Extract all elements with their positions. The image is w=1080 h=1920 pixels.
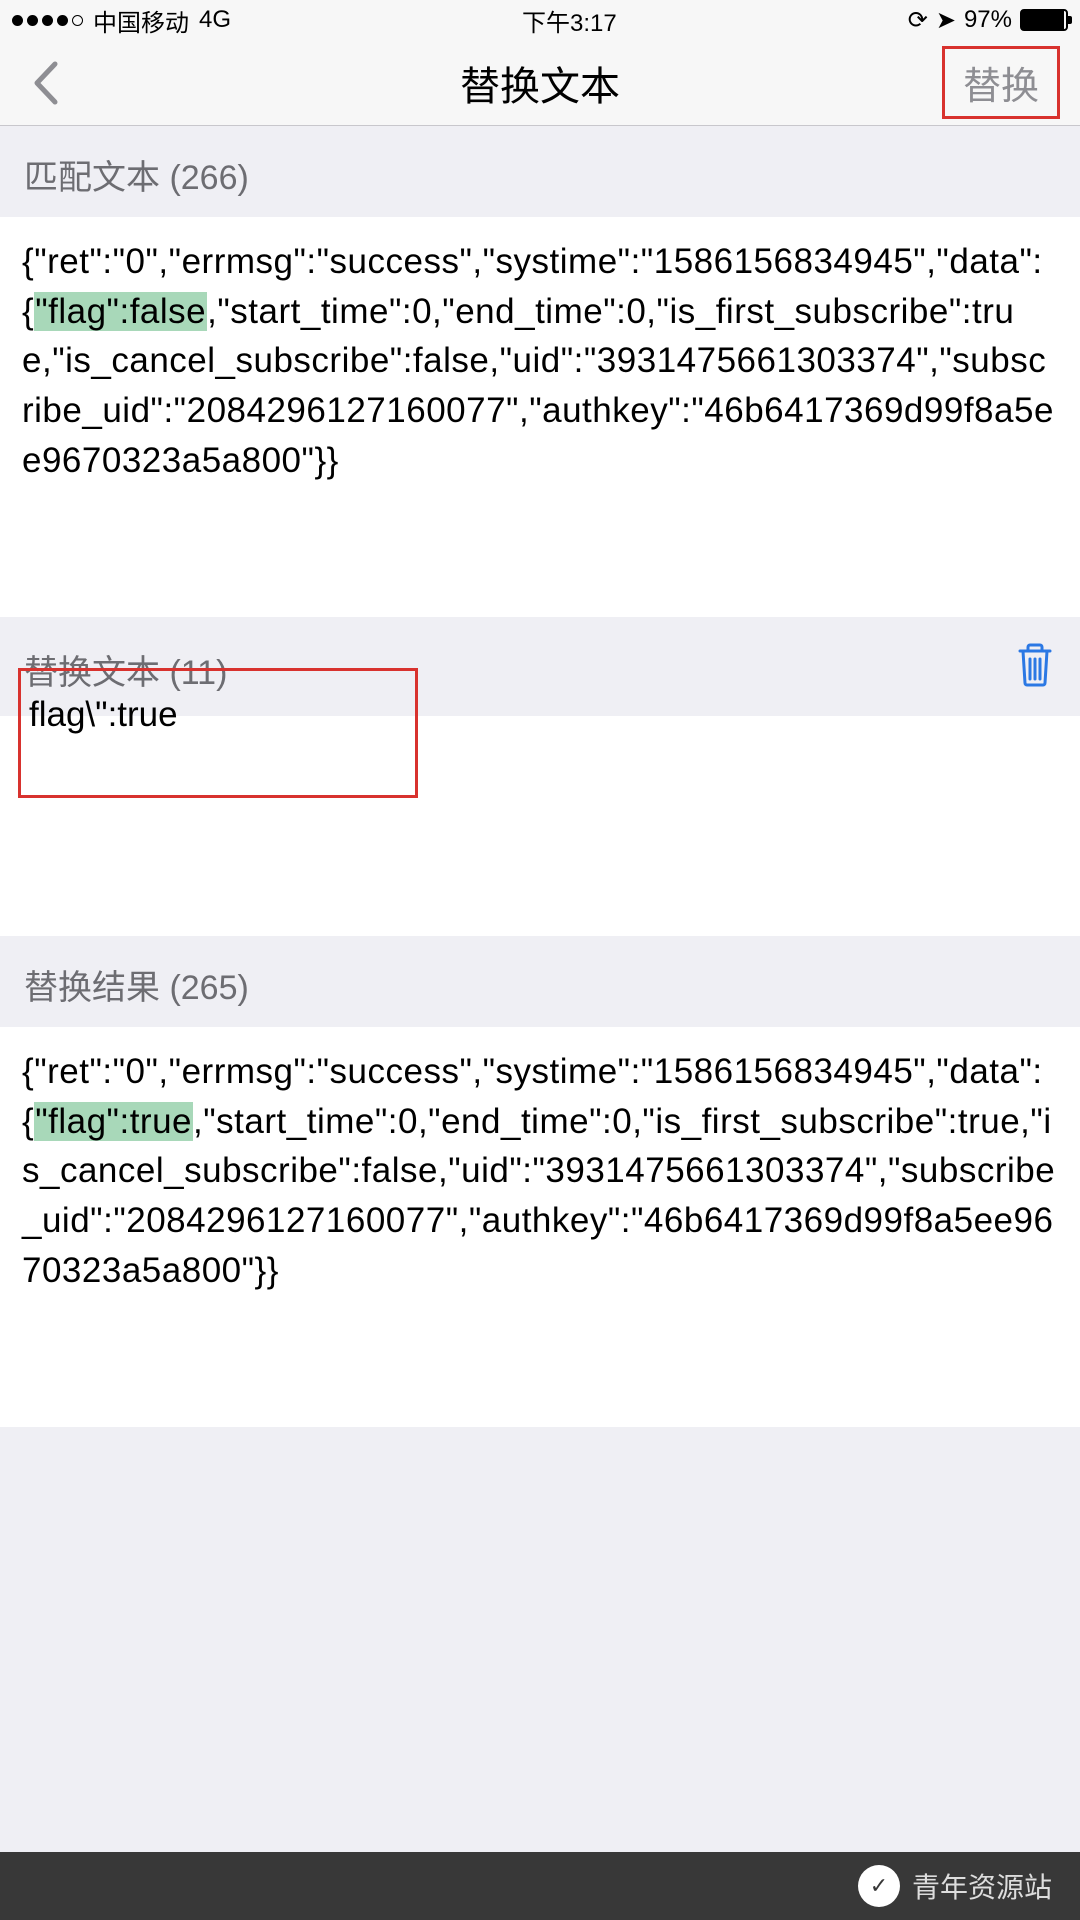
- result-section-header: 替换结果 (265): [0, 936, 1080, 1027]
- match-section-header: 匹配文本 (266): [0, 126, 1080, 217]
- signal-icon: [12, 15, 83, 26]
- footer-bar: ✓ 青年资源站: [0, 1852, 1080, 1920]
- battery-pct: 97%: [964, 6, 1012, 34]
- orientation-lock-icon: ⟳: [908, 6, 928, 35]
- replace-input[interactable]: flag\":true: [18, 668, 418, 798]
- chevron-left-icon: [31, 60, 59, 106]
- replace-button[interactable]: 替换: [942, 46, 1060, 119]
- delete-button[interactable]: [1014, 641, 1056, 698]
- replace-input-area: flag\":true: [0, 716, 1080, 936]
- status-left: 中国移动 4G: [12, 3, 231, 38]
- carrier-label: 中国移动: [93, 3, 189, 38]
- trash-icon: [1014, 641, 1056, 689]
- match-header-label: 匹配文本 (266): [24, 150, 249, 199]
- battery-icon: [1020, 9, 1068, 31]
- location-icon: ➤: [936, 6, 956, 35]
- footer-label: 青年资源站: [912, 1866, 1052, 1906]
- result-highlight: "flag":true: [34, 1102, 193, 1141]
- replace-input-value: flag\":true: [29, 695, 178, 734]
- network-label: 4G: [199, 6, 231, 34]
- nav-bar: 替换文本 替换: [0, 40, 1080, 126]
- wechat-icon: ✓: [858, 1865, 900, 1907]
- nav-title: 替换文本: [460, 54, 620, 112]
- result-text-content[interactable]: {"ret":"0","errmsg":"success","systime":…: [0, 1027, 1080, 1427]
- status-time: 下午3:17: [522, 3, 617, 38]
- back-button[interactable]: [20, 58, 70, 108]
- match-highlight: "flag":false: [34, 292, 207, 331]
- status-right: ⟳ ➤ 97%: [908, 6, 1068, 35]
- match-text-content[interactable]: {"ret":"0","errmsg":"success","systime":…: [0, 217, 1080, 617]
- status-bar: 中国移动 4G 下午3:17 ⟳ ➤ 97%: [0, 0, 1080, 40]
- result-header-label: 替换结果 (265): [24, 960, 249, 1009]
